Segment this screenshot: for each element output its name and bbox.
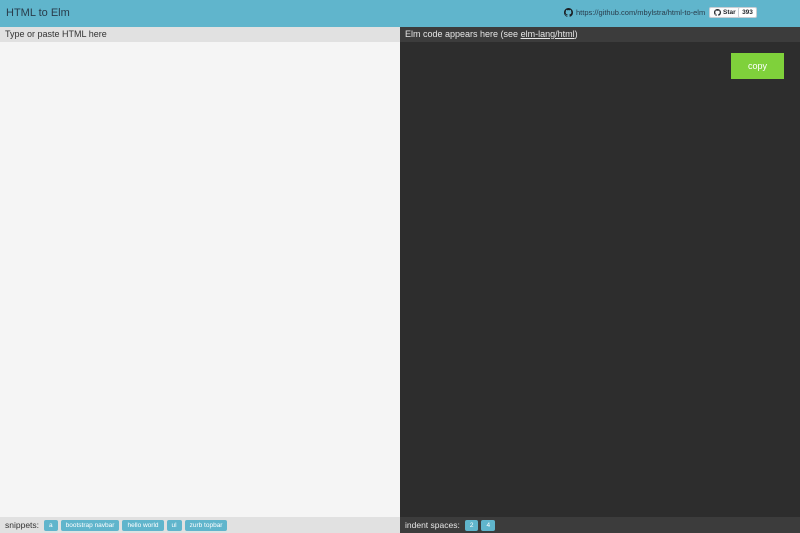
output-heading-prefix: Elm code appears here (see [405, 29, 521, 39]
github-star-button[interactable]: Star [709, 7, 741, 18]
github-icon [564, 8, 573, 17]
copy-button[interactable]: copy [731, 53, 784, 79]
input-panel-header: Type or paste HTML here [0, 27, 400, 42]
app-title: HTML to Elm [6, 7, 70, 19]
star-label: Star [723, 9, 736, 16]
indent-2-button[interactable]: 2 [464, 519, 479, 531]
output-panel-header: Elm code appears here (see elm-lang/html… [400, 27, 800, 42]
snippet-bootstrap-navbar-button[interactable]: bootstrap navbar [60, 519, 120, 531]
output-heading-suffix: ) [574, 29, 578, 39]
indent-label: indent spaces: [405, 520, 460, 530]
elm-lang-html-link[interactable]: elm-lang/html [521, 29, 575, 39]
indent-4-button[interactable]: 4 [481, 519, 496, 531]
star-count-badge[interactable]: 393 [738, 7, 757, 18]
output-panel: Elm code appears here (see elm-lang/html… [400, 27, 800, 517]
snippet-ul-button[interactable]: ul [166, 519, 182, 531]
html-input[interactable] [0, 42, 400, 517]
snippets-bar: snippets: a bootstrap navbar hello world… [0, 517, 400, 533]
github-repo-url: https://github.com/mbylstra/html-to-elm [576, 8, 706, 17]
top-bar: HTML to Elm https://github.com/mbylstra/… [0, 0, 800, 27]
snippets-label: snippets: [5, 520, 40, 530]
github-icon [714, 9, 721, 16]
snippet-a-button[interactable]: a [44, 519, 58, 531]
snippet-zurb-topbar-button[interactable]: zurb topbar [184, 519, 228, 531]
github-repo-link[interactable]: https://github.com/mbylstra/html-to-elm [564, 8, 705, 17]
output-panel-title: Elm code appears here (see elm-lang/html… [405, 29, 578, 39]
input-panel-title: Type or paste HTML here [5, 29, 107, 39]
indent-bar: indent spaces: 2 4 [400, 517, 800, 533]
snippet-hello-world-button[interactable]: hello world [122, 519, 164, 531]
